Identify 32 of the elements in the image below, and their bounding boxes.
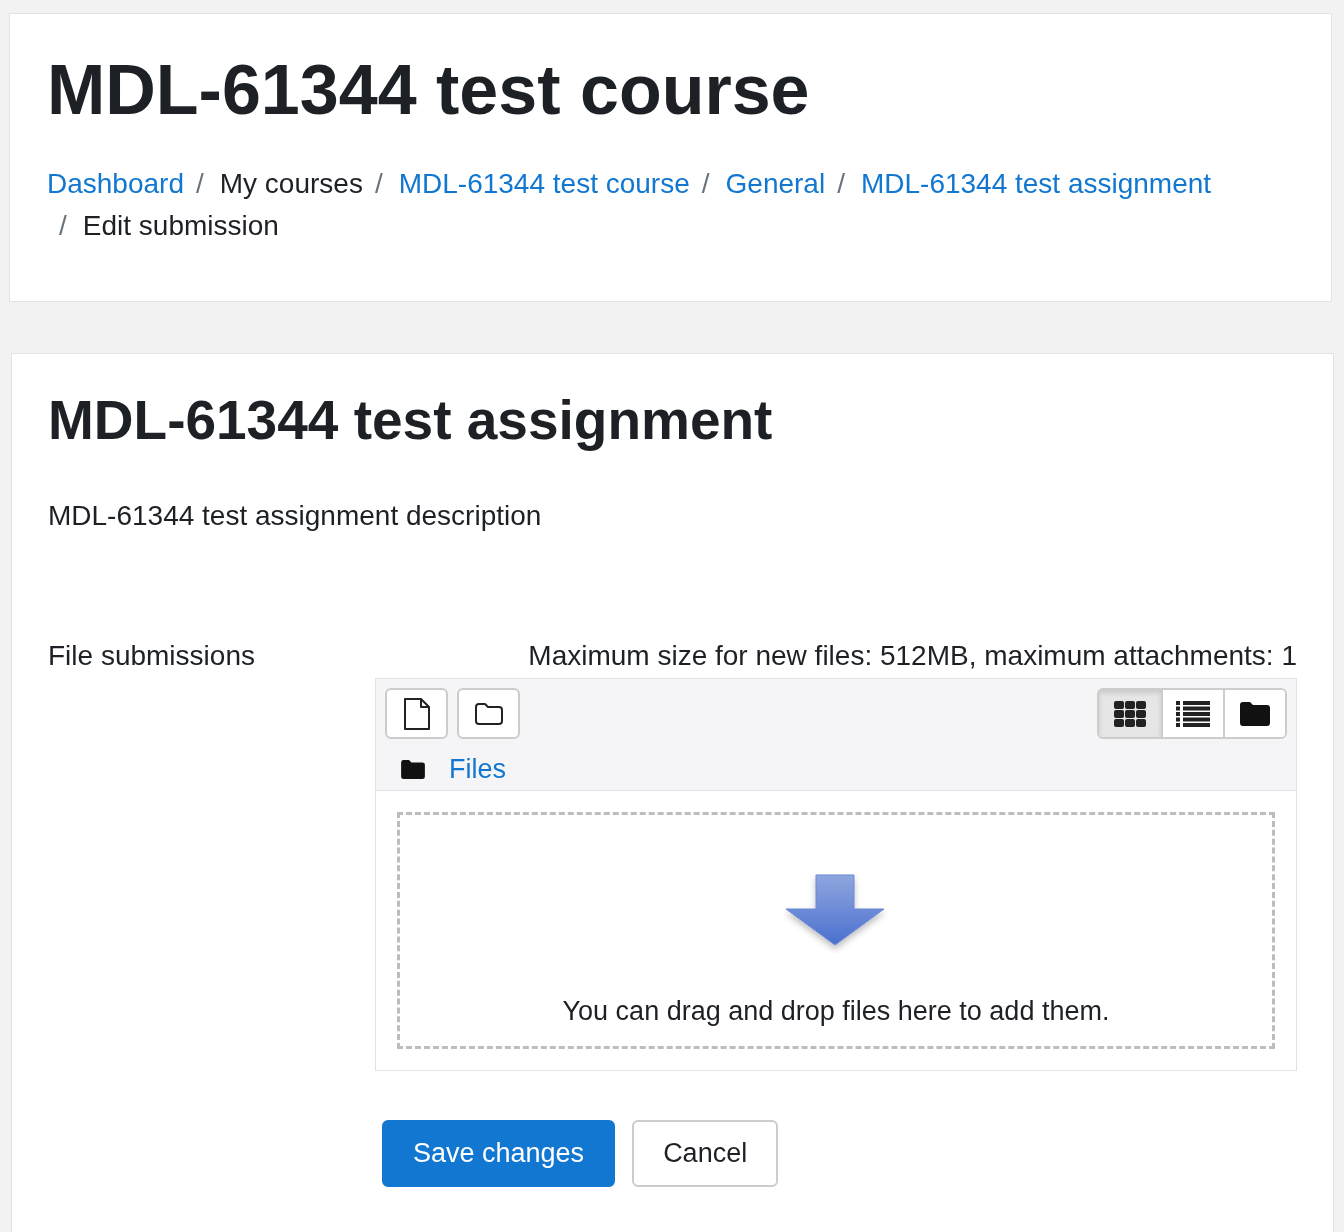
breadcrumb-text: My courses xyxy=(219,167,363,201)
save-button[interactable]: Save changes xyxy=(382,1120,616,1187)
folder-icon xyxy=(473,701,504,726)
breadcrumb-link[interactable]: MDL-61344 test assignment xyxy=(860,163,1212,205)
file-limits-text: Maximum size for new files: 512MB, maximum attachments: 1 xyxy=(528,639,1297,673)
create-folder-button[interactable] xyxy=(457,688,520,739)
add-file-button[interactable] xyxy=(385,688,448,739)
field-label: File submissions xyxy=(48,639,255,673)
drop-zone[interactable]: You can drag and drop files here to add them. xyxy=(397,812,1275,1049)
breadcrumb-separator: / xyxy=(195,167,205,201)
folder-icon xyxy=(401,759,425,779)
breadcrumb-link[interactable]: General xyxy=(725,163,826,205)
drop-hint: You can drag and drop files here to add them. xyxy=(562,995,1110,1028)
list-icon xyxy=(1176,700,1210,727)
list-view-button[interactable] xyxy=(1161,690,1223,737)
grid-icon xyxy=(1114,700,1146,727)
breadcrumb-separator: / xyxy=(836,167,846,201)
breadcrumb-separator: / xyxy=(700,167,711,201)
course-title: MDL-61344 test course xyxy=(47,50,811,130)
breadcrumb-link[interactable]: MDL-61344 test course xyxy=(398,163,690,205)
breadcrumb-separator: / xyxy=(373,167,384,201)
breadcrumb-link[interactable]: Dashboard xyxy=(47,163,184,205)
files-path-link[interactable]: Files xyxy=(449,751,506,787)
assignment-title: MDL-61344 test assignment xyxy=(48,388,774,453)
cancel-button[interactable]: Cancel xyxy=(632,1120,779,1187)
folder-icon xyxy=(1240,701,1270,726)
breadcrumb-separator: / xyxy=(58,209,68,243)
file-icon xyxy=(402,696,431,731)
assignment-description: MDL-61344 test assignment description xyxy=(48,499,543,533)
breadcrumb-text: Edit submission xyxy=(82,209,279,243)
grid-view-button[interactable] xyxy=(1099,690,1161,737)
tree-view-button[interactable] xyxy=(1223,690,1285,737)
